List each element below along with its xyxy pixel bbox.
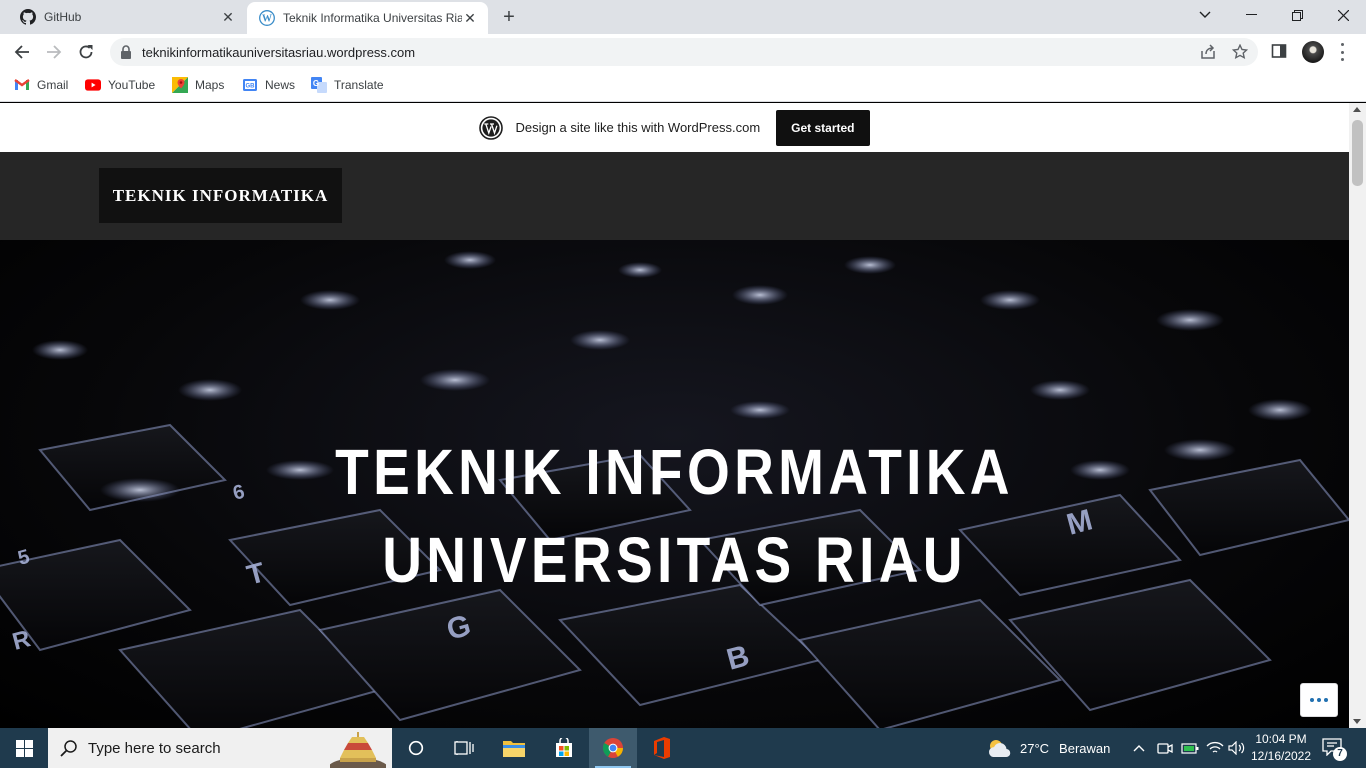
- bookmark-label: News: [265, 78, 296, 92]
- url-text: teknikinformatikauniversitasriau.wordpre…: [142, 45, 416, 60]
- get-started-button[interactable]: Get started: [776, 109, 870, 146]
- windows-logo-icon: [15, 739, 33, 757]
- wordpress-banner: Design a site like this with WordPress.c…: [0, 103, 1349, 152]
- page-viewport: Design a site like this with WordPress.c…: [0, 103, 1349, 728]
- taskbar-search-box[interactable]: Type here to search: [48, 728, 392, 768]
- hero-title-line-2: UNIVERSITAS RIAU: [382, 524, 967, 596]
- scrollbar-thumb[interactable]: [1352, 120, 1363, 186]
- address-bar[interactable]: teknikinformatikauniversitasriau.wordpre…: [110, 38, 1258, 66]
- weather-widget[interactable]: 27°C Berawan: [986, 728, 1110, 768]
- svg-text:W: W: [262, 14, 272, 25]
- reload-button[interactable]: [74, 40, 98, 64]
- cortana-icon[interactable]: [392, 728, 440, 768]
- weather-description: Berawan: [1059, 740, 1111, 756]
- bookmark-youtube[interactable]: YouTube: [85, 77, 155, 93]
- close-window-button[interactable]: [1320, 0, 1366, 30]
- bookmarks-bar: Gmail YouTube Maps GB News G Translate: [0, 70, 1366, 102]
- office-icon[interactable]: [637, 728, 685, 768]
- file-explorer-icon[interactable]: [490, 728, 538, 768]
- restore-button[interactable]: [1274, 0, 1320, 30]
- translate-icon: G: [311, 77, 327, 93]
- news-icon: GB: [242, 77, 258, 93]
- browser-toolbar: teknikinformatikauniversitasriau.wordpre…: [0, 34, 1366, 70]
- banner-message[interactable]: Design a site like this with WordPress.c…: [515, 120, 760, 135]
- close-tab-icon[interactable]: ✕: [220, 9, 236, 25]
- back-button[interactable]: [10, 40, 34, 64]
- bookmark-label: Translate: [334, 78, 384, 92]
- start-button[interactable]: [0, 728, 48, 768]
- tab-title: GitHub: [44, 10, 82, 24]
- wordpress-icon: W: [259, 10, 275, 26]
- page-scrollbar[interactable]: [1349, 103, 1366, 728]
- forward-button[interactable]: [42, 40, 66, 64]
- youtube-icon: [85, 77, 101, 93]
- github-icon: [20, 9, 36, 25]
- bookmark-news[interactable]: GB News: [242, 77, 295, 93]
- meet-now-icon[interactable]: [1157, 728, 1173, 768]
- close-tab-icon[interactable]: ✕: [462, 10, 478, 26]
- site-title-link[interactable]: TEKNIK INFORMATIKA: [99, 168, 342, 223]
- more-options-button[interactable]: [1300, 683, 1338, 717]
- lock-icon[interactable]: [120, 45, 132, 64]
- clock-date: 12/16/2022: [1250, 749, 1312, 763]
- taskbar-clock[interactable]: 10:04 PM 12/16/2022: [1250, 731, 1312, 765]
- side-panel-icon[interactable]: [1271, 43, 1289, 61]
- wordpress-logo-icon[interactable]: [479, 115, 504, 140]
- hero-title-line-1: TEKNIK INFORMATIKA: [335, 436, 1014, 508]
- svg-text:G: G: [313, 79, 319, 88]
- gmail-icon: [14, 77, 30, 93]
- hero-section: T G B M 5 6 R TEKNIK INFORMATIKA UNIVERS…: [0, 240, 1349, 728]
- bookmark-gmail[interactable]: Gmail: [14, 77, 68, 93]
- windows-taskbar: Type here to search 27°C Berawan 10:04 P…: [0, 728, 1366, 768]
- bookmark-translate[interactable]: G Translate: [311, 77, 384, 93]
- minimize-button[interactable]: [1228, 0, 1274, 30]
- svg-text:GB: GB: [246, 84, 256, 90]
- notification-count-badge: 7: [1333, 747, 1347, 761]
- bookmark-label: Maps: [195, 78, 225, 92]
- weather-temperature: 27°C: [1020, 740, 1050, 756]
- task-view-icon[interactable]: [440, 728, 488, 768]
- bookmark-star-icon[interactable]: [1231, 43, 1249, 60]
- battery-icon[interactable]: [1181, 728, 1199, 768]
- scroll-up-arrow-icon[interactable]: [1353, 107, 1361, 112]
- tab-strip: GitHub ✕ W Teknik Informatika Universita…: [0, 0, 1366, 34]
- share-icon[interactable]: [1200, 44, 1216, 60]
- tab-search-icon[interactable]: [1182, 0, 1228, 30]
- search-placeholder: Type here to search: [88, 740, 221, 757]
- bookmark-maps[interactable]: Maps: [172, 77, 224, 93]
- scroll-down-arrow-icon[interactable]: [1353, 719, 1361, 724]
- volume-icon[interactable]: [1228, 728, 1246, 768]
- tab-teknik-informatika[interactable]: W Teknik Informatika Universitas Riau ✕: [247, 2, 488, 34]
- new-tab-button[interactable]: +: [497, 6, 521, 28]
- hero-title: TEKNIK INFORMATIKA UNIVERSITAS RIAU: [94, 428, 1254, 604]
- search-icon: [60, 739, 78, 762]
- clock-time: 10:04 PM: [1255, 732, 1307, 746]
- maps-icon: [172, 77, 188, 93]
- tab-title: Teknik Informatika Universitas Riau: [283, 11, 462, 25]
- show-hidden-icons-icon[interactable]: [1133, 728, 1145, 768]
- browser-menu-button[interactable]: [1336, 43, 1348, 61]
- wifi-icon[interactable]: [1206, 728, 1224, 768]
- site-header: TEKNIK INFORMATIKA: [0, 152, 1349, 240]
- profile-avatar[interactable]: [1302, 41, 1324, 63]
- microsoft-store-icon[interactable]: [540, 728, 588, 768]
- bookmark-label: Gmail: [37, 78, 69, 92]
- weather-cloudy-icon: [988, 740, 1011, 758]
- notifications-button[interactable]: 7: [1322, 738, 1347, 761]
- bookmark-label: YouTube: [108, 78, 156, 92]
- search-highlight-icon: [328, 732, 388, 768]
- chrome-taskbar-icon[interactable]: [589, 728, 637, 768]
- tab-github[interactable]: GitHub ✕: [0, 0, 246, 34]
